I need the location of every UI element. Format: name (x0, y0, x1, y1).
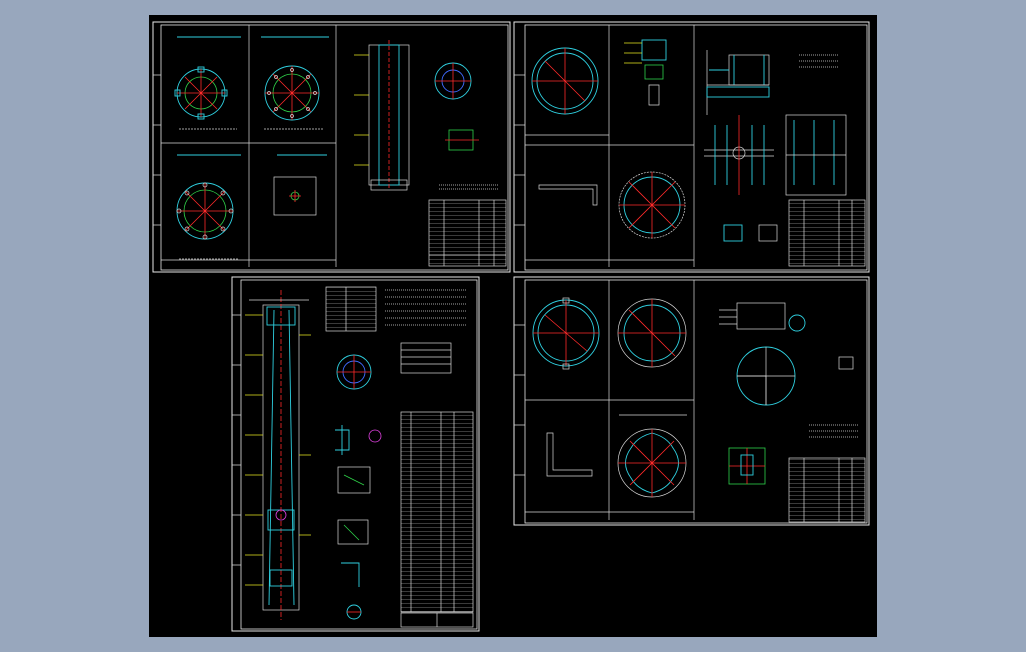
parts-table-3 (400, 411, 474, 628)
angle-profile-view-2 (546, 432, 593, 477)
sheet-bottom-right[interactable] (513, 276, 870, 526)
sheet-top-right[interactable] (513, 21, 870, 273)
sheet-top-left[interactable] (152, 21, 511, 273)
plate-view (273, 154, 327, 216)
sheet-bottom-left[interactable] (231, 276, 480, 632)
ring-view-2 (618, 171, 686, 239)
flange-view-2 (261, 36, 329, 130)
parts-table-1 (428, 199, 507, 267)
ring-view-1 (531, 47, 599, 115)
ring-view-4 (617, 298, 687, 368)
flange-view-3 (176, 154, 241, 260)
nozzle-details (335, 425, 382, 620)
column-elevation-view (245, 290, 311, 620)
ring-view-3 (532, 297, 600, 370)
flange-view-1 (174, 36, 241, 130)
vessel-assembly-view (354, 40, 499, 191)
grid-plate-view (719, 302, 859, 485)
design-data-table (325, 286, 467, 332)
parts-table-4 (788, 457, 866, 523)
parts-table-2 (788, 199, 866, 267)
drawing-canvas[interactable] (149, 15, 877, 637)
angle-profile-view (538, 184, 598, 206)
bracket-view (624, 39, 667, 106)
petal-disc-view (617, 414, 687, 498)
column-plan-view (336, 342, 452, 390)
